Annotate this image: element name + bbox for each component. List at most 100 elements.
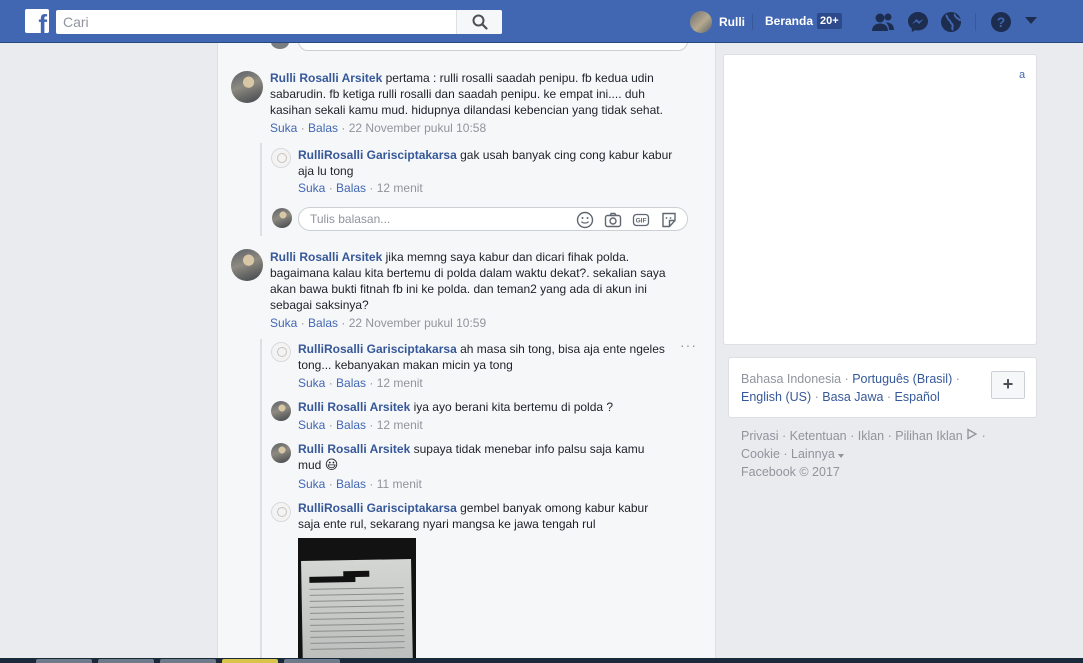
reply-body: RulliRosalli Garisciptakarsa ah masa sih… <box>298 342 665 372</box>
facebook-logo[interactable]: f <box>25 9 49 33</box>
account-menu-chevron-down-icon[interactable] <box>1025 17 1037 25</box>
help-icon[interactable]: ? <box>990 11 1012 33</box>
top-navigation-bar: f Rulli Beranda 20+ ? <box>0 0 1083 43</box>
document-image <box>301 559 413 658</box>
reply-actions: Suka · Balas · 12 menit <box>298 418 423 432</box>
avatar[interactable] <box>271 443 291 463</box>
taskbar-button[interactable] <box>36 659 92 663</box>
gif-icon[interactable]: GIF <box>632 211 650 229</box>
comment-body: Rulli Rosalli Arsitek pertama : rulli ro… <box>270 71 663 117</box>
messenger-icon[interactable] <box>907 11 929 33</box>
chevron-down-icon <box>838 454 845 458</box>
avatar[interactable] <box>271 401 291 421</box>
avatar[interactable] <box>271 502 291 522</box>
like-link[interactable]: Suka <box>298 181 325 195</box>
timestamp[interactable]: 12 menit <box>377 418 423 432</box>
footer-link-terms[interactable]: Ketentuan <box>790 429 847 443</box>
footer-link-ads[interactable]: Iklan <box>858 429 884 443</box>
reply-link[interactable]: Balas <box>308 121 338 135</box>
home-link[interactable]: Beranda <box>765 14 813 28</box>
footer-link-more[interactable]: Lainnya <box>791 447 835 461</box>
emoji-icon[interactable] <box>576 211 594 229</box>
timestamp[interactable]: 12 menit <box>377 376 423 390</box>
search-icon <box>472 14 488 30</box>
like-link[interactable]: Suka <box>298 477 325 491</box>
sidebar-card: a <box>723 54 1037 345</box>
smile-emoji-icon: 😃 <box>324 458 339 473</box>
language-link[interactable]: Español <box>895 390 940 404</box>
like-link[interactable]: Suka <box>298 418 325 432</box>
reply-body: Rulli Rosalli Arsitek iya ayo berani kit… <box>298 400 614 414</box>
thread-line <box>260 143 262 236</box>
taskbar-button[interactable] <box>284 659 340 663</box>
globe-notifications-icon[interactable] <box>940 11 962 33</box>
sidebar-card-link[interactable]: a <box>1019 69 1025 81</box>
divider <box>975 13 976 31</box>
camera-icon[interactable] <box>604 211 622 229</box>
reply-author[interactable]: Rulli Rosalli Arsitek <box>298 442 410 456</box>
sticker-icon[interactable] <box>660 211 678 229</box>
current-language: Bahasa Indonesia <box>741 372 842 386</box>
avatar[interactable] <box>231 71 263 103</box>
reply-input-partial[interactable] <box>298 43 688 51</box>
copyright: Facebook © 2017 <box>741 465 840 479</box>
svg-text:GIF: GIF <box>636 218 647 225</box>
attached-photo[interactable] <box>298 538 416 658</box>
friend-requests-icon[interactable] <box>871 12 895 32</box>
reply-link[interactable]: Balas <box>336 376 366 390</box>
avatar <box>271 43 289 49</box>
language-link[interactable]: Basa Jawa <box>822 390 883 404</box>
reply-author[interactable]: RulliRosalli Garisciptakarsa <box>298 501 457 515</box>
thread-line <box>260 339 262 658</box>
reply-actions: Suka · Balas · 12 menit <box>298 376 423 390</box>
language-link[interactable]: English (US) <box>741 390 811 404</box>
timestamp[interactable]: 22 November pukul 10:59 <box>349 316 486 330</box>
reply-link[interactable]: Balas <box>336 477 366 491</box>
language-link[interactable]: Português (Brasil) <box>852 372 952 386</box>
more-options-icon[interactable]: ··· <box>680 337 697 353</box>
taskbar-button[interactable] <box>222 659 278 663</box>
taskbar-button[interactable] <box>160 659 216 663</box>
language-selector: Bahasa Indonesia · Português (Brasil) · … <box>728 357 1037 418</box>
footer-link-privacy[interactable]: Privasi <box>741 429 779 443</box>
reply-input[interactable] <box>310 211 560 227</box>
like-link[interactable]: Suka <box>270 121 297 135</box>
comment-body: Rulli Rosalli Arsitek jika memng saya ka… <box>270 250 666 312</box>
avatar <box>272 208 292 228</box>
timestamp[interactable]: 11 menit <box>377 477 422 491</box>
footer-link-ad-choices[interactable]: Pilihan Iklan <box>895 429 962 443</box>
avatar[interactable] <box>271 342 291 362</box>
reply-link[interactable]: Balas <box>336 418 366 432</box>
svg-text:?: ? <box>997 14 1006 30</box>
reply-author[interactable]: Rulli Rosalli Arsitek <box>298 400 410 414</box>
reply-input-box: GIF <box>298 207 688 231</box>
reply-body: Rulli Rosalli Arsitek supaya tidak meneb… <box>298 442 645 473</box>
reply-link[interactable]: Balas <box>308 316 338 330</box>
avatar <box>690 11 712 33</box>
ad-choices-icon[interactable] <box>966 428 978 440</box>
search-bar <box>56 10 502 34</box>
timestamp[interactable]: 12 menit <box>377 181 423 195</box>
timestamp[interactable]: 22 November pukul 10:58 <box>349 121 486 135</box>
footer-link-cookie[interactable]: Cookie <box>741 447 780 461</box>
like-link[interactable]: Suka <box>270 316 297 330</box>
like-link[interactable]: Suka <box>298 376 325 390</box>
reply-author[interactable]: RulliRosalli Garisciptakarsa <box>298 342 457 356</box>
search-button[interactable] <box>456 10 502 34</box>
reply-actions: Suka · Balas · 12 menit <box>298 181 423 195</box>
reply-author[interactable]: RulliRosalli Garisciptakarsa <box>298 148 457 162</box>
reply-link[interactable]: Balas <box>336 181 366 195</box>
avatar[interactable] <box>271 148 291 168</box>
comment-author[interactable]: Rulli Rosalli Arsitek <box>270 250 382 264</box>
reply-body: RulliRosalli Garisciptakarsa gembel bany… <box>298 501 649 531</box>
avatar[interactable] <box>231 249 263 281</box>
taskbar-button[interactable] <box>98 659 154 663</box>
divider <box>752 14 753 30</box>
search-input[interactable] <box>56 10 456 34</box>
comment-author[interactable]: Rulli Rosalli Arsitek <box>270 71 382 85</box>
profile-name: Rulli <box>719 15 745 29</box>
reply-body: RulliRosalli Garisciptakarsa gak usah ba… <box>298 148 673 178</box>
comment-actions: Suka · Balas · 22 November pukul 10:59 <box>270 316 487 330</box>
profile-link[interactable]: Rulli <box>690 11 745 33</box>
add-language-button[interactable]: + <box>991 371 1025 399</box>
